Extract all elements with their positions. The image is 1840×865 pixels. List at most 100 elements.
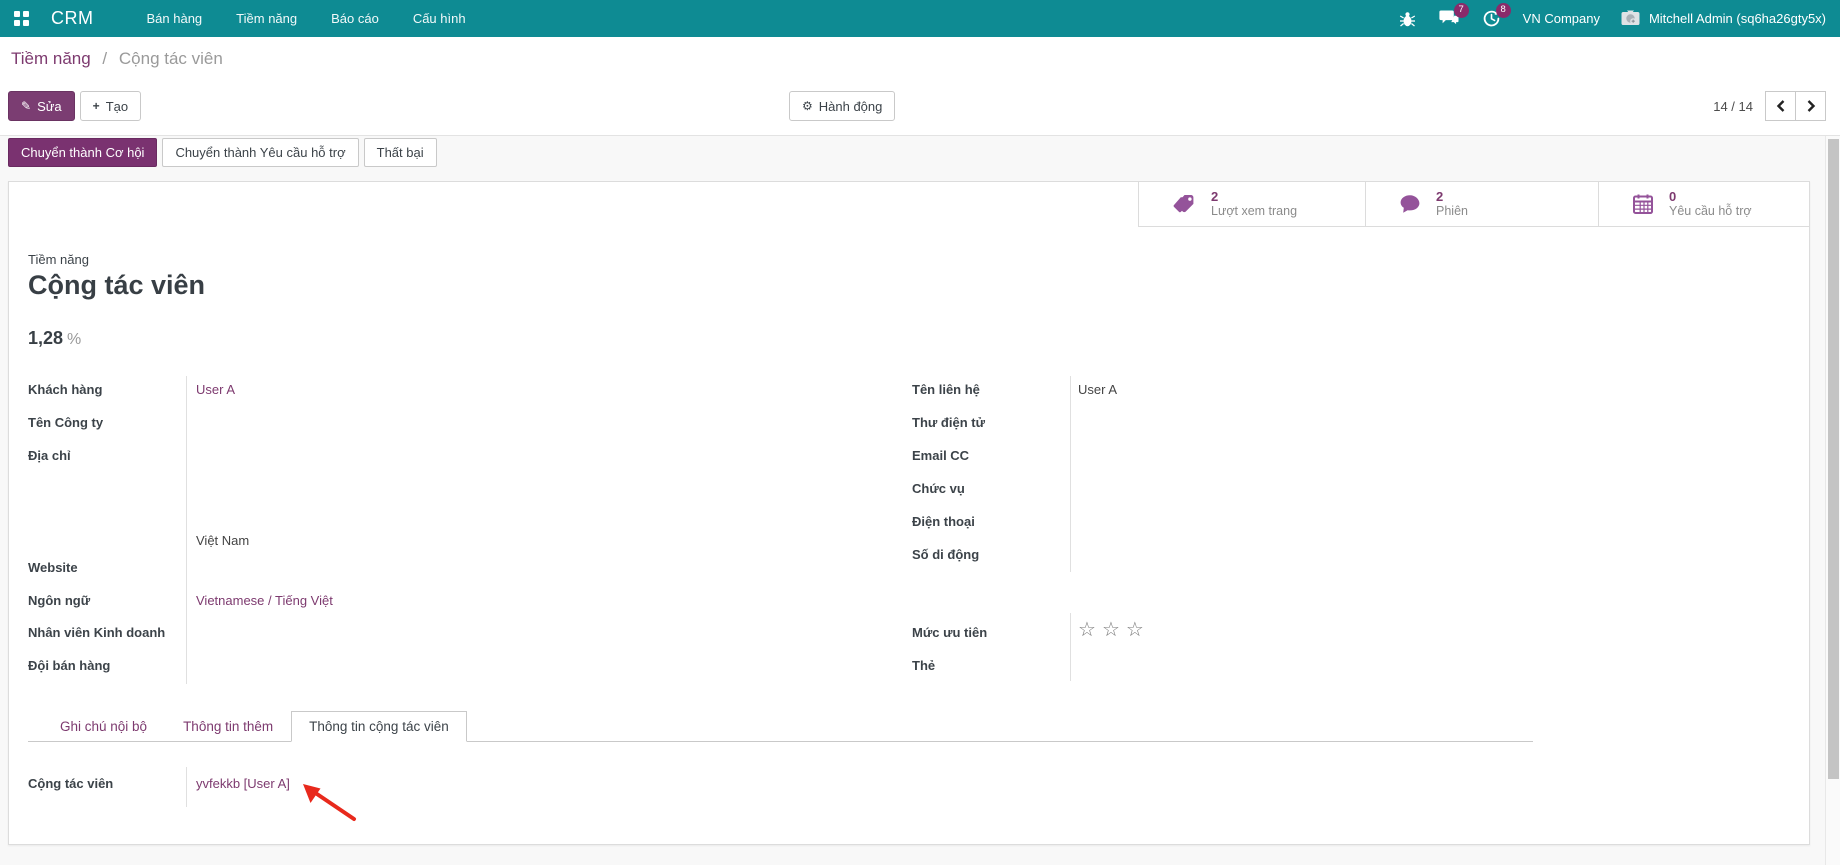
mobile-label: Số di động (912, 547, 980, 562)
comment-icon (1400, 195, 1420, 213)
lead-action-statusbar: Chuyển thành Cơ hội Chuyển thành Yêu cầu… (8, 138, 437, 167)
priority-label: Mức ưu tiên (912, 625, 988, 640)
website-label: Website (28, 560, 78, 575)
partner-value-link[interactable]: yvfekkb [User A] (196, 776, 290, 798)
top-navbar: CRM Bán hàng Tiềm năng Báo cáo Cấu hình (0, 0, 1840, 37)
tags-icon (1172, 195, 1194, 214)
tab-internal-notes[interactable]: Ghi chú nội bộ (42, 711, 165, 742)
action-menu-button[interactable]: ⚙ Hành động (789, 91, 896, 121)
user-menu[interactable]: Mitchell Admin (sq6ha26gty5x) (1620, 9, 1826, 29)
star-icon-1[interactable]: ☆ (1078, 620, 1096, 647)
sessions-count: 2 (1436, 189, 1444, 204)
sessions-stat-button[interactable]: 2 Phiên (1365, 182, 1598, 226)
probability-value: 1,28% (28, 328, 81, 349)
vertical-scrollbar[interactable]: ▲ (1825, 122, 1840, 865)
field-row-address: Địa chỉ (28, 448, 196, 470)
field-row-priority: Mức ưu tiên ☆ ☆ ☆ (912, 620, 1144, 647)
menu-sales[interactable]: Bán hàng (134, 1, 216, 36)
tab-partner-info[interactable]: Thông tin cộng tác viên (291, 711, 467, 742)
messages-badge: 7 (1453, 2, 1469, 18)
pager-next-button[interactable] (1795, 91, 1826, 121)
right-fields-separator (1070, 376, 1071, 572)
company-name-label: Tên Công ty (28, 415, 104, 430)
convert-to-ticket-button[interactable]: Chuyển thành Yêu cầu hỗ trợ (162, 138, 359, 167)
customer-label: Khách hàng (28, 382, 103, 397)
field-row-sales-team: Đội bán hàng (28, 658, 196, 680)
field-row-contact-name: Tên liên hệ User A (912, 382, 1117, 404)
tickets-stat-button[interactable]: 0 Yêu cầu hỗ trợ (1598, 182, 1809, 226)
field-row-company-name: Tên Công ty (28, 415, 196, 437)
language-label: Ngôn ngữ (28, 593, 91, 608)
contact-name-value: User A (1078, 382, 1118, 397)
notebook-tabbar: Ghi chú nội bộ Thông tin thêm Thông tin … (28, 710, 1533, 742)
action-button-label: Hành động (818, 98, 883, 114)
mark-lost-button[interactable]: Thất bại (363, 138, 437, 167)
email-cc-label: Email CC (912, 448, 970, 463)
partner-label: Cộng tác viên (28, 776, 114, 791)
form-buttons: ✎ Sửa + Tạo (8, 91, 142, 121)
tags-label: Thẻ (912, 658, 936, 673)
edit-button[interactable]: ✎ Sửa (8, 91, 75, 121)
menu-leads[interactable]: Tiềm năng (223, 1, 310, 36)
contact-name-label: Tên liên hệ (912, 382, 980, 397)
job-position-label: Chức vụ (912, 481, 965, 496)
convert-to-opportunity-button[interactable]: Chuyển thành Cơ hội (8, 138, 158, 167)
sessions-label: Phiên (1436, 204, 1468, 218)
breadcrumb-leads-link[interactable]: Tiềm năng (11, 49, 91, 68)
form-sheet: 2 Lượt xem trang 2 Phiên 0 Yêu cầu hỗ tr… (8, 181, 1810, 845)
pencil-icon: ✎ (21, 99, 32, 113)
field-row-job-position: Chức vụ (912, 481, 1078, 503)
create-button[interactable]: + Tạo (79, 91, 142, 121)
red-annotation-arrow (303, 784, 356, 821)
address-label: Địa chỉ (28, 448, 71, 463)
calendar-icon (1633, 194, 1653, 214)
activities-badge: 8 (1495, 2, 1511, 18)
field-row-email-cc: Email CC (912, 448, 1078, 470)
field-row-country: Việt Nam (196, 533, 249, 555)
breadcrumb-current: Cộng tác viên (118, 49, 223, 68)
menu-configuration[interactable]: Cấu hình (400, 1, 479, 36)
company-switcher[interactable]: VN Company (1523, 11, 1600, 26)
crm-lead-form-screen: CRM Bán hàng Tiềm năng Báo cáo Cấu hình (0, 0, 1840, 865)
debug-bug-icon[interactable] (1397, 8, 1419, 30)
pager-counter: 14 / 14 (1713, 98, 1753, 114)
breadcrumb: Tiềm năng / Cộng tác viên (11, 49, 223, 69)
language-value-link[interactable]: Vietnamese / Tiếng Việt (196, 593, 333, 615)
plus-icon: + (92, 99, 100, 113)
priority-stars: ☆ ☆ ☆ (1078, 620, 1144, 647)
apps-menu-icon[interactable] (14, 11, 29, 26)
main-menu: Bán hàng Tiềm năng Báo cáo Cấu hình (134, 1, 479, 36)
chevron-left-icon (1776, 100, 1784, 112)
field-row-website: Website (28, 560, 196, 582)
page-views-count: 2 (1211, 189, 1219, 204)
edit-button-label: Sửa (37, 98, 62, 114)
systray: 7 8 VN Company Mitchell Admin (sq6ha26gt… (1397, 2, 1840, 30)
star-icon-3[interactable]: ☆ (1126, 620, 1144, 647)
email-label: Thư điện tử (912, 415, 985, 430)
field-row-email: Thư điện tử (912, 415, 1078, 437)
pager-previous-button[interactable] (1765, 91, 1796, 121)
field-row-mobile: Số di động (912, 547, 1078, 569)
record-pager: 14 / 14 (1713, 91, 1826, 121)
customer-value-link[interactable]: User A (196, 382, 235, 404)
page-views-stat-button[interactable]: 2 Lượt xem trang (1138, 182, 1365, 226)
star-icon-2[interactable]: ☆ (1102, 620, 1120, 647)
tab-extra-info[interactable]: Thông tin thêm (165, 711, 291, 742)
scrollbar-thumb[interactable] (1828, 139, 1839, 779)
menu-reporting[interactable]: Báo cáo (318, 1, 392, 36)
app-brand[interactable]: CRM (51, 8, 94, 29)
breadcrumb-separator: / (102, 49, 108, 68)
field-row-language: Ngôn ngữ Vietnamese / Tiếng Việt (28, 593, 333, 615)
record-type-label: Tiềm năng (28, 252, 89, 267)
activities-clock-icon[interactable]: 8 (1481, 2, 1511, 30)
chevron-right-icon (1807, 100, 1815, 112)
tickets-label: Yêu cầu hỗ trợ (1669, 204, 1752, 218)
control-panel: Tiềm năng / Cộng tác viên ✎ Sửa + Tạo ⚙ … (0, 37, 1840, 136)
probability-percent-sign: % (67, 331, 82, 348)
field-row-tags: Thẻ (912, 658, 1078, 680)
messages-icon[interactable]: 7 (1439, 2, 1469, 30)
user-name: Mitchell Admin (sq6ha26gty5x) (1648, 11, 1826, 26)
salesperson-label: Nhân viên Kinh doanh (28, 625, 166, 640)
sales-team-label: Đội bán hàng (28, 658, 111, 673)
stat-button-box: 2 Lượt xem trang 2 Phiên 0 Yêu cầu hỗ tr… (1138, 182, 1809, 227)
